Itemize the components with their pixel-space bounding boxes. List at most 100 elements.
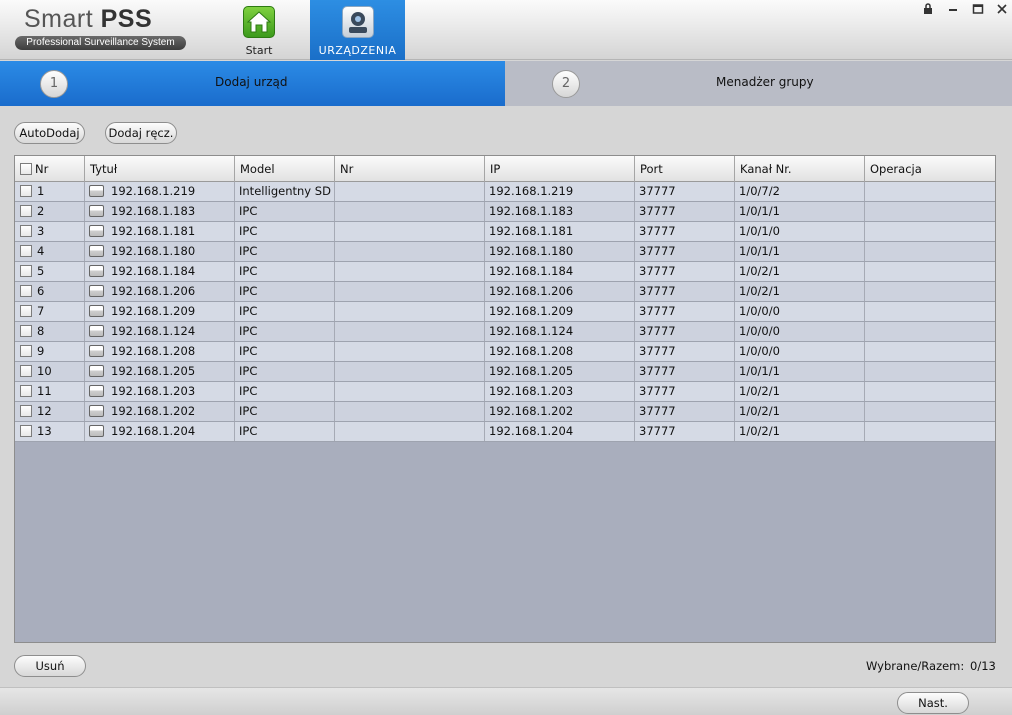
row-port-cell-text: 37777 xyxy=(639,304,676,318)
row-checkbox[interactable] xyxy=(20,325,32,337)
row-checkbox[interactable] xyxy=(20,285,32,297)
row-checkbox[interactable] xyxy=(20,185,32,197)
row-ip-cell-text: 192.168.1.208 xyxy=(489,344,574,358)
bottom-bar xyxy=(0,687,1012,715)
nav-tab-start[interactable]: Start xyxy=(228,0,290,60)
row-model-cell: IPC xyxy=(235,362,335,381)
row-operation-cell[interactable] xyxy=(865,362,995,381)
column-header-port[interactable]: Port xyxy=(635,156,735,182)
row-ip-cell: 192.168.1.206 xyxy=(485,282,635,301)
row-checkbox[interactable] xyxy=(20,345,32,357)
row-nr-cell: 13 xyxy=(15,422,85,441)
next-button[interactable]: Nast. xyxy=(897,692,969,714)
table-row[interactable]: 2 192.168.1.183 IPC 192.168.1.183 37777 1/0/1… xyxy=(15,202,995,222)
row-operation-cell[interactable] xyxy=(865,242,995,261)
row-title: 192.168.1.219 xyxy=(111,184,196,198)
row-operation-cell[interactable] xyxy=(865,422,995,441)
row-model-cell-text: IPC xyxy=(239,284,258,298)
row-port-cell-text: 37777 xyxy=(639,264,676,278)
row-nr: 12 xyxy=(37,404,52,418)
home-icon xyxy=(243,6,275,38)
row-checkbox[interactable] xyxy=(20,205,32,217)
row-model-cell-text: IPC xyxy=(239,424,258,438)
column-header-serial[interactable]: Nr xyxy=(335,156,485,182)
row-title-cell: 192.168.1.206 xyxy=(85,282,235,301)
row-checkbox[interactable] xyxy=(20,405,32,417)
column-header-channel[interactable]: Kanał Nr. xyxy=(735,156,865,182)
delete-button[interactable]: Usuń xyxy=(14,655,86,677)
step-add-device[interactable]: 1 Dodaj urząd xyxy=(0,61,505,106)
row-operation-cell[interactable] xyxy=(865,402,995,421)
device-icon xyxy=(89,265,104,277)
table-row[interactable]: 9 192.168.1.208 IPC 192.168.1.208 37777 1/0/0… xyxy=(15,342,995,362)
table-row[interactable]: 13 192.168.1.204 IPC 192.168.1.204 37777 1/0/… xyxy=(15,422,995,442)
row-channel-cell-text: 1/0/2/1 xyxy=(739,384,780,398)
row-checkbox[interactable] xyxy=(20,305,32,317)
row-title-cell: 192.168.1.124 xyxy=(85,322,235,341)
table-row[interactable]: 1 192.168.1.219 Intelligentny SD 192.168.1.… xyxy=(15,182,995,202)
row-checkbox[interactable] xyxy=(20,265,32,277)
row-channel-cell: 1/0/2/1 xyxy=(735,402,865,421)
row-channel-cell-text: 1/0/2/1 xyxy=(739,404,780,418)
row-operation-cell[interactable] xyxy=(865,202,995,221)
row-checkbox[interactable] xyxy=(20,425,32,437)
row-port-cell-text: 37777 xyxy=(639,244,676,258)
row-model-cell-text: IPC xyxy=(239,244,258,258)
table-row[interactable]: 4 192.168.1.180 IPC 192.168.1.180 37777 1/0/1… xyxy=(15,242,995,262)
maximize-icon[interactable] xyxy=(970,3,986,19)
auto-add-button[interactable]: AutoDodaj xyxy=(14,122,85,144)
row-checkbox[interactable] xyxy=(20,365,32,377)
row-operation-cell[interactable] xyxy=(865,262,995,281)
table-row[interactable]: 11 192.168.1.203 IPC 192.168.1.203 37777 1/0/… xyxy=(15,382,995,402)
step-number-2: 2 xyxy=(552,70,580,98)
table-row[interactable]: 12 192.168.1.202 IPC 192.168.1.202 37777 1/0/… xyxy=(15,402,995,422)
row-model-cell-text: IPC xyxy=(239,344,258,358)
row-operation-cell[interactable] xyxy=(865,282,995,301)
row-operation-cell[interactable] xyxy=(865,182,995,201)
table-row[interactable]: 5 192.168.1.184 IPC 192.168.1.184 37777 1/0/2… xyxy=(15,262,995,282)
table-row[interactable]: 10 192.168.1.205 IPC 192.168.1.205 37777 1/0/… xyxy=(15,362,995,382)
row-channel-cell: 1/0/2/1 xyxy=(735,262,865,281)
row-operation-cell[interactable] xyxy=(865,222,995,241)
close-icon[interactable] xyxy=(994,3,1010,19)
row-operation-cell[interactable] xyxy=(865,342,995,361)
column-header-model[interactable]: Model xyxy=(235,156,335,182)
minimize-icon[interactable] xyxy=(945,3,961,19)
app-title-bold: PSS xyxy=(100,5,153,33)
row-operation-cell[interactable] xyxy=(865,302,995,321)
row-title: 192.168.1.184 xyxy=(111,264,196,278)
row-nr: 9 xyxy=(37,344,45,358)
row-serial-cell xyxy=(335,282,485,301)
row-checkbox[interactable] xyxy=(20,385,32,397)
manual-add-button[interactable]: Dodaj ręcz. xyxy=(105,122,177,144)
row-model-cell-text: IPC xyxy=(239,404,258,418)
column-header-ip[interactable]: IP xyxy=(485,156,635,182)
row-nr-cell: 4 xyxy=(15,242,85,261)
table-row[interactable]: 8 192.168.1.124 IPC 192.168.1.124 37777 1/0/0… xyxy=(15,322,995,342)
table-row[interactable]: 6 192.168.1.206 IPC 192.168.1.206 37777 1/0/2… xyxy=(15,282,995,302)
row-title: 192.168.1.181 xyxy=(111,224,196,238)
app-subtitle: Professional Surveillance System xyxy=(15,36,186,50)
step-group-manager[interactable]: Menadżer grupy xyxy=(716,75,814,89)
table-row[interactable]: 7 192.168.1.209 IPC 192.168.1.209 37777 1/0/0… xyxy=(15,302,995,322)
column-header-title[interactable]: Tytuł xyxy=(85,156,235,182)
row-operation-cell[interactable] xyxy=(865,382,995,401)
row-title-cell: 192.168.1.184 xyxy=(85,262,235,281)
row-serial-cell xyxy=(335,342,485,361)
nav-tab-devices[interactable]: URZĄDZENIA xyxy=(310,0,405,60)
row-checkbox[interactable] xyxy=(20,245,32,257)
row-checkbox[interactable] xyxy=(20,225,32,237)
row-operation-cell[interactable] xyxy=(865,322,995,341)
column-header-nr[interactable]: Nr xyxy=(15,156,85,182)
row-serial-cell xyxy=(335,242,485,261)
row-channel-cell: 1/0/1/1 xyxy=(735,242,865,261)
column-header-operation[interactable]: Operacja xyxy=(865,156,995,182)
select-all-checkbox[interactable] xyxy=(20,163,32,175)
table-row[interactable]: 3 192.168.1.181 IPC 192.168.1.181 37777 1/0/1… xyxy=(15,222,995,242)
step-label-1: Dodaj urząd xyxy=(215,75,288,89)
row-title: 192.168.1.183 xyxy=(111,204,196,218)
lock-icon[interactable] xyxy=(920,3,936,19)
row-serial-cell xyxy=(335,262,485,281)
row-title-cell: 192.168.1.209 xyxy=(85,302,235,321)
row-title-cell: 192.168.1.180 xyxy=(85,242,235,261)
